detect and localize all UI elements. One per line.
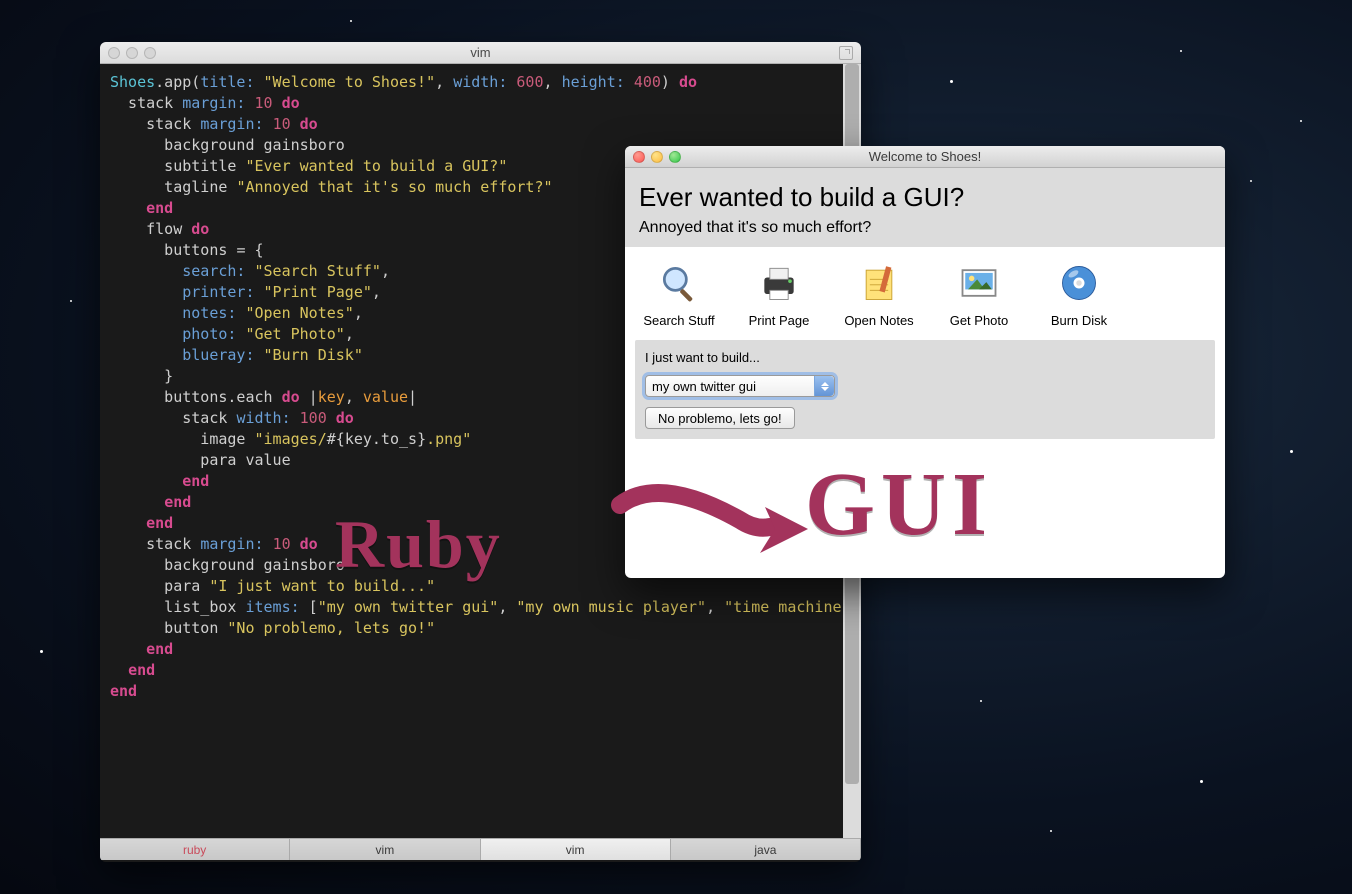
subtitle: Ever wanted to build a GUI? [639, 182, 1211, 213]
tool-search[interactable]: Search Stuff [629, 259, 729, 328]
notes-icon [855, 259, 903, 307]
tagline: Annoyed that it's so much effort? [639, 219, 1211, 237]
window-title: Welcome to Shoes! [625, 149, 1225, 164]
tool-label: Burn Disk [1029, 313, 1129, 328]
printer-icon [755, 259, 803, 307]
code-line: stack margin: 10 do [110, 114, 851, 135]
code-line: end [110, 681, 851, 702]
tab-vim-2[interactable]: vim [481, 839, 671, 860]
header-panel: Ever wanted to build a GUI? Annoyed that… [625, 168, 1225, 247]
form-label: I just want to build... [645, 350, 1205, 365]
build-select[interactable]: my own twitter gui [645, 375, 835, 397]
code-line: end [110, 660, 851, 681]
tab-ruby[interactable]: ruby [100, 839, 290, 860]
go-button[interactable]: No problemo, lets go! [645, 407, 795, 429]
annotation-gui: GUI [805, 453, 993, 556]
window-title: vim [100, 45, 861, 60]
tool-printer[interactable]: Print Page [729, 259, 829, 328]
tool-label: Open Notes [829, 313, 929, 328]
tool-label: Search Stuff [629, 313, 729, 328]
select-value: my own twitter gui [652, 379, 756, 394]
tool-notes[interactable]: Open Notes [829, 259, 929, 328]
code-line: list_box items: ["my own twitter gui", "… [110, 597, 851, 618]
code-line: Shoes.app(title: "Welcome to Shoes!", wi… [110, 72, 851, 93]
vim-titlebar[interactable]: vim [100, 42, 861, 64]
tool-label: Print Page [729, 313, 829, 328]
fullscreen-icon[interactable] [839, 46, 853, 60]
tool-photo[interactable]: Get Photo [929, 259, 1029, 328]
tab-java[interactable]: java [671, 839, 861, 860]
code-line: stack margin: 10 do [110, 93, 851, 114]
code-line: button "No problemo, lets go!" [110, 618, 851, 639]
toolbar: Search Stuff Print Page Open Notes Get P… [625, 247, 1225, 336]
arrow-icon [600, 465, 820, 585]
photo-icon [955, 259, 1003, 307]
form-panel: I just want to build... my own twitter g… [635, 340, 1215, 439]
code-line: end [110, 639, 851, 660]
shoes-titlebar[interactable]: Welcome to Shoes! [625, 146, 1225, 168]
disc-icon [1055, 259, 1103, 307]
tab-vim-1[interactable]: vim [290, 839, 480, 860]
annotation-ruby: Ruby [335, 505, 502, 584]
search-icon [655, 259, 703, 307]
tool-disc[interactable]: Burn Disk [1029, 259, 1129, 328]
chevron-updown-icon [814, 376, 834, 396]
vim-tab-bar: ruby vim vim java [100, 838, 861, 860]
tool-label: Get Photo [929, 313, 1029, 328]
button-label: No problemo, lets go! [658, 411, 782, 426]
